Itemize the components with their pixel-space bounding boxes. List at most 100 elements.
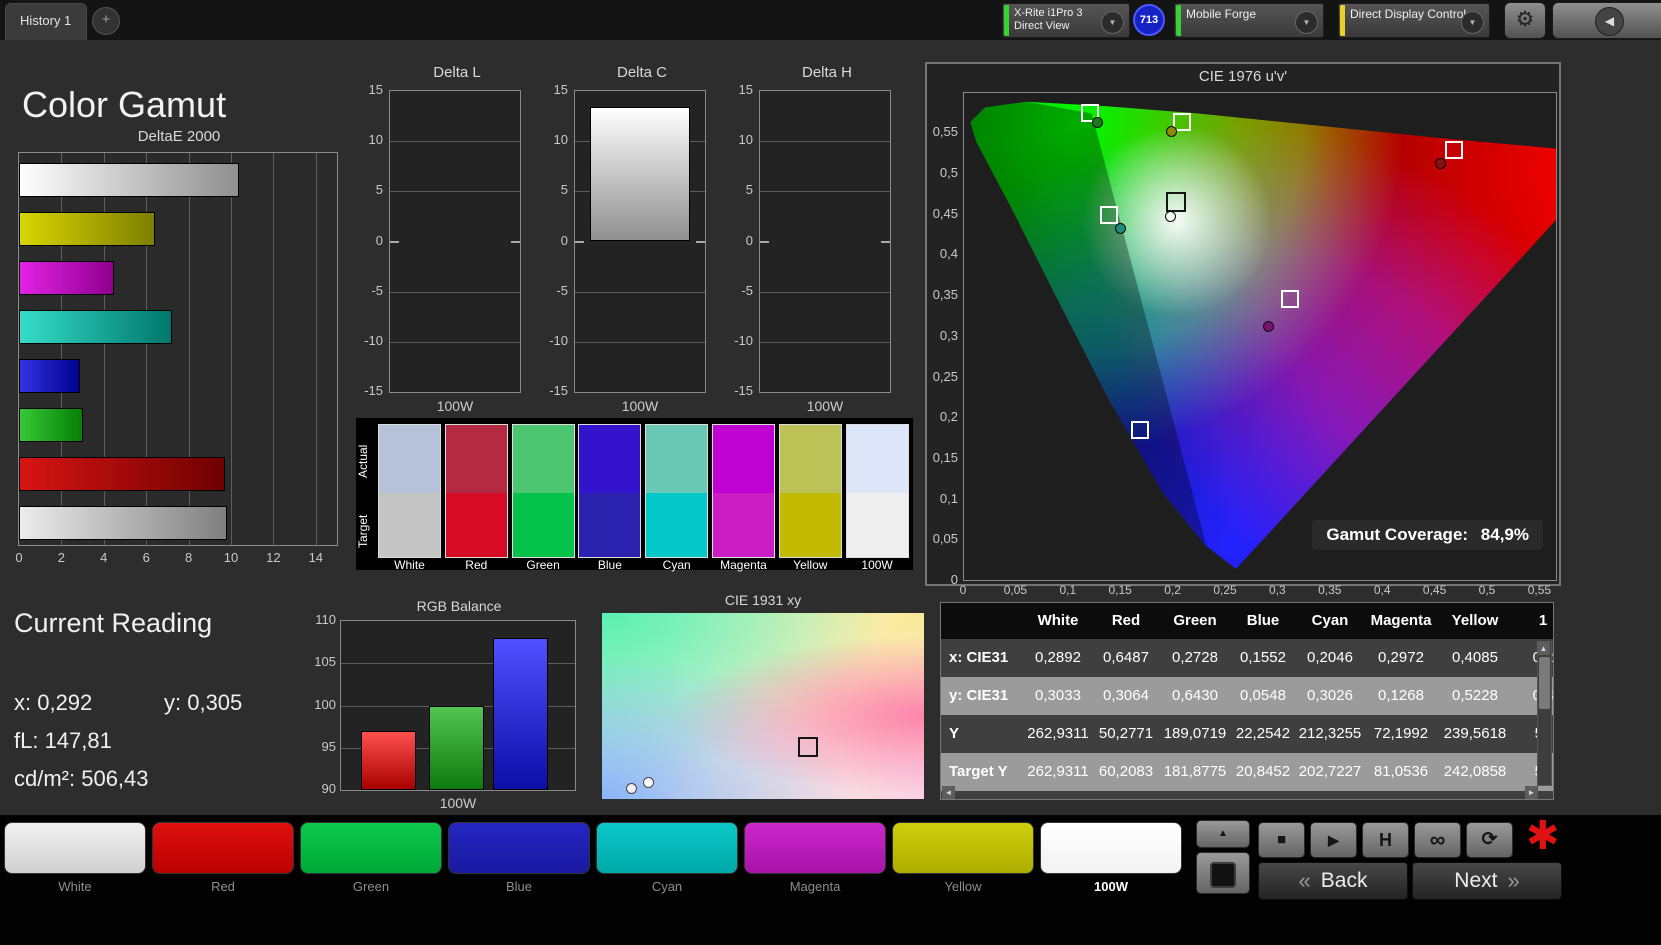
display-status-stripe — [1340, 5, 1345, 36]
cell-value: 0,3026 — [1307, 687, 1353, 704]
chevron-down-icon[interactable]: ▼ — [1101, 11, 1124, 34]
history-tab[interactable]: History 1 — [5, 3, 87, 40]
column-header: 1 — [1538, 612, 1548, 629]
busy-indicator-icon: ✱ — [1526, 814, 1560, 858]
y-tick-label: 0,25 — [932, 368, 958, 384]
swatch-blue[interactable] — [578, 424, 642, 558]
cie-1976-panel: CIE 1976 u'v' 0,55 0,5 0,45 0,4 0,35 0,3… — [925, 62, 1561, 597]
cell-value: 0,2728 — [1172, 649, 1218, 666]
patch-button-yellow[interactable] — [892, 822, 1034, 874]
repeat-icon: ⟳ — [1481, 829, 1498, 850]
cell-value: 202,7227 — [1298, 763, 1362, 780]
x-tick-label: 0 — [959, 583, 967, 597]
play-button[interactable]: ▶ — [1310, 822, 1357, 858]
delta-bar — [590, 107, 690, 242]
cell-value: 0,3530 — [1023, 791, 1093, 799]
collapse-panel-button[interactable]: ◀ — [1552, 2, 1661, 39]
meter-dropdown[interactable]: X-Rite i1Pro 3 Direct View ▼ — [1002, 3, 1130, 38]
patch-button-magenta[interactable] — [744, 822, 886, 874]
display-control-dropdown[interactable]: Direct Display Control ▼ — [1338, 3, 1490, 38]
swatch-red[interactable] — [444, 424, 508, 558]
rgb-bar-blue — [493, 637, 548, 790]
next-button[interactable]: Next » — [1412, 862, 1562, 900]
scroll-up-button[interactable]: ▲ — [1537, 642, 1550, 655]
y-tick-label: 15 — [738, 82, 753, 97]
rgb-balance-title: RGB Balance — [416, 598, 502, 614]
yellow-measured-marker — [1165, 126, 1177, 138]
source-dropdown[interactable]: Mobile Forge ▼ — [1174, 3, 1324, 38]
gridline — [575, 291, 705, 293]
cell-value: 0,2972 — [1378, 649, 1424, 666]
meter-count-badge[interactable]: 713 — [1133, 4, 1165, 36]
swatch-yellow[interactable] — [778, 424, 842, 558]
repeat-button[interactable]: ⟳ — [1466, 822, 1513, 858]
patch-button-red[interactable] — [152, 822, 294, 874]
stop-button[interactable]: ■ — [1258, 822, 1305, 858]
delta-e-plot-area — [18, 152, 338, 546]
back-button[interactable]: « Back — [1258, 862, 1408, 900]
swatch-actual-color — [846, 425, 908, 493]
cell-value: 0,2046 — [1307, 649, 1353, 666]
cell-value: 50,2771 — [1098, 725, 1154, 742]
gridline — [760, 341, 890, 343]
delta-e-bar-blue — [19, 359, 81, 393]
cell-value: 0,3064 — [1103, 687, 1149, 704]
swatch-cyan[interactable] — [645, 424, 709, 558]
chevron-down-icon[interactable]: ▼ — [1295, 11, 1318, 34]
patch-button-green[interactable] — [300, 822, 442, 874]
cie-1976-markers — [964, 93, 1556, 580]
column-header: Blue — [1246, 612, 1280, 629]
meter-status-stripe — [1004, 5, 1009, 36]
patch-button-white[interactable] — [4, 822, 146, 874]
expand-panel-button[interactable]: ▲ — [1196, 820, 1250, 848]
patch-label-red: Red — [211, 879, 235, 894]
levels-button[interactable]: H — [1362, 822, 1409, 858]
settings-button[interactable]: ⚙ — [1504, 2, 1546, 39]
add-tab-button[interactable]: + — [92, 7, 120, 35]
red-measured-marker — [1434, 157, 1446, 169]
y-tick-label: 0,5 — [939, 165, 958, 180]
chevron-down-icon[interactable]: ▼ — [1461, 11, 1484, 34]
patch-button-blue[interactable] — [448, 822, 590, 874]
vertical-scrollbar[interactable]: ▲ — [1537, 641, 1552, 786]
swatch-actual-color — [579, 425, 641, 493]
delta-e-bar-red — [19, 457, 225, 491]
continuous-measure-button[interactable]: ∞ — [1414, 822, 1461, 858]
scrollbar-thumb[interactable] — [1539, 657, 1550, 709]
patch-button-100w[interactable] — [1040, 822, 1182, 874]
swatch-green[interactable] — [511, 424, 575, 558]
row-label: Y — [949, 725, 960, 742]
y-tick-label: 5 — [375, 182, 383, 198]
x-tick-label: 0,1 — [1059, 583, 1077, 597]
target-row-label: Target — [356, 514, 370, 548]
plot-area — [574, 90, 706, 393]
zero-tick — [881, 240, 890, 243]
swatch-label: Red — [465, 558, 488, 572]
cell-value: 81,0536 — [1373, 763, 1429, 780]
y-tick-label: 0 — [560, 232, 568, 248]
scroll-left-button[interactable]: ◄ — [942, 786, 955, 799]
red-target-marker — [1445, 141, 1464, 160]
swatch-magenta[interactable] — [712, 424, 775, 558]
row-label: y: CIE31 — [949, 687, 1009, 704]
swatch-white[interactable] — [378, 424, 441, 558]
cie-1931-plot — [602, 613, 924, 799]
gridline — [760, 291, 890, 293]
y-tick-label: 10 — [368, 132, 383, 148]
x-tick-label: 0,25 — [1213, 583, 1237, 597]
current-reading-title: Current Reading — [14, 608, 213, 638]
source-dropdown-label: Mobile Forge — [1186, 7, 1257, 21]
rgb-bar-green — [429, 705, 484, 790]
swatch-100w[interactable] — [845, 424, 909, 558]
pattern-window-button[interactable] — [1196, 852, 1250, 894]
pattern-window-icon — [1210, 862, 1236, 888]
cell-value: 239,5618 — [1443, 725, 1507, 742]
patch-button-cyan[interactable] — [596, 822, 738, 874]
y-tick-label: 90 — [321, 781, 336, 796]
y-tick-label: 5 — [560, 182, 568, 198]
reading-cdm2: cd/m²: 506,43 — [14, 766, 149, 791]
scroll-right-button[interactable]: ► — [1525, 786, 1538, 799]
x-tick-label: 0,3 — [1269, 583, 1286, 597]
y-tick-label: 0,4 — [939, 246, 958, 262]
cie-1931-panel: CIE 1931 xy — [601, 592, 925, 802]
